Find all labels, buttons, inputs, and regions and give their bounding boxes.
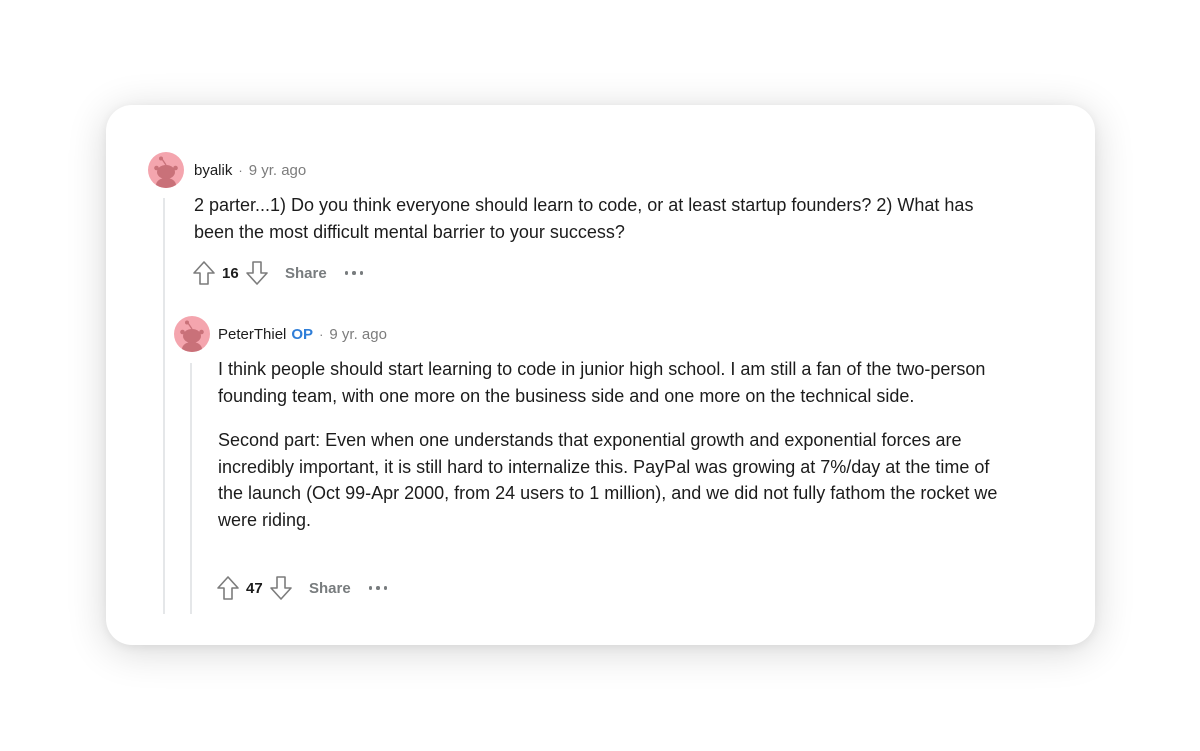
more-options-icon — [368, 586, 373, 590]
op-badge: OP — [291, 326, 314, 343]
comment-meta: PeterThiel OP · 9 yr. ago — [218, 325, 387, 345]
meta-separator: · — [238, 163, 243, 178]
upvote-arrow-icon — [217, 576, 239, 600]
downvote-button[interactable] — [267, 574, 295, 602]
downvote-arrow-icon — [270, 576, 292, 600]
more-options-icon — [344, 271, 349, 275]
username[interactable]: byalik — [194, 161, 232, 181]
comment-paragraph: Second part: Even when one understands t… — [218, 430, 998, 530]
more-options-icon — [352, 271, 356, 275]
snoo-avatar-icon — [154, 156, 178, 188]
avatar[interactable] — [174, 316, 210, 352]
upvote-button[interactable] — [190, 259, 218, 287]
comment-meta: byalik · 9 yr. ago — [194, 161, 306, 181]
share-button[interactable]: Share — [309, 580, 351, 597]
timestamp[interactable]: 9 yr. ago — [329, 325, 387, 345]
meta-separator: · — [319, 327, 324, 342]
upvote-button[interactable] — [214, 574, 242, 602]
avatar[interactable] — [148, 152, 184, 188]
vote-score: 16 — [222, 264, 239, 282]
vote-score: 47 — [246, 579, 263, 597]
snoo-avatar-icon — [180, 320, 204, 352]
more-options-button[interactable] — [344, 263, 364, 283]
comment-actions: 16 Share — [190, 259, 364, 287]
comment-paragraph: I think people should start learning to … — [218, 359, 986, 406]
username[interactable]: PeterThiel — [218, 325, 286, 345]
more-options-button[interactable] — [368, 578, 388, 598]
comment-paragraph: 2 parter...1) Do you think everyone shou… — [194, 195, 974, 242]
share-button[interactable]: Share — [285, 265, 327, 282]
upvote-arrow-icon — [193, 261, 215, 285]
comment-thread-card: byalik · 9 yr. ago 2 parter...1) Do you … — [106, 105, 1095, 645]
thread-line-reply[interactable] — [190, 363, 192, 614]
comment-body: 2 parter...1) Do you think everyone shou… — [194, 192, 1014, 245]
timestamp[interactable]: 9 yr. ago — [249, 161, 307, 181]
thread-line-parent[interactable] — [163, 198, 165, 614]
more-options-icon — [359, 271, 364, 275]
downvote-arrow-icon — [246, 261, 268, 285]
more-options-icon — [376, 586, 380, 590]
downvote-button[interactable] — [243, 259, 271, 287]
more-options-icon — [383, 586, 388, 590]
comment-actions: 47 Share — [214, 574, 388, 602]
comment-body: I think people should start learning to … — [218, 356, 998, 533]
